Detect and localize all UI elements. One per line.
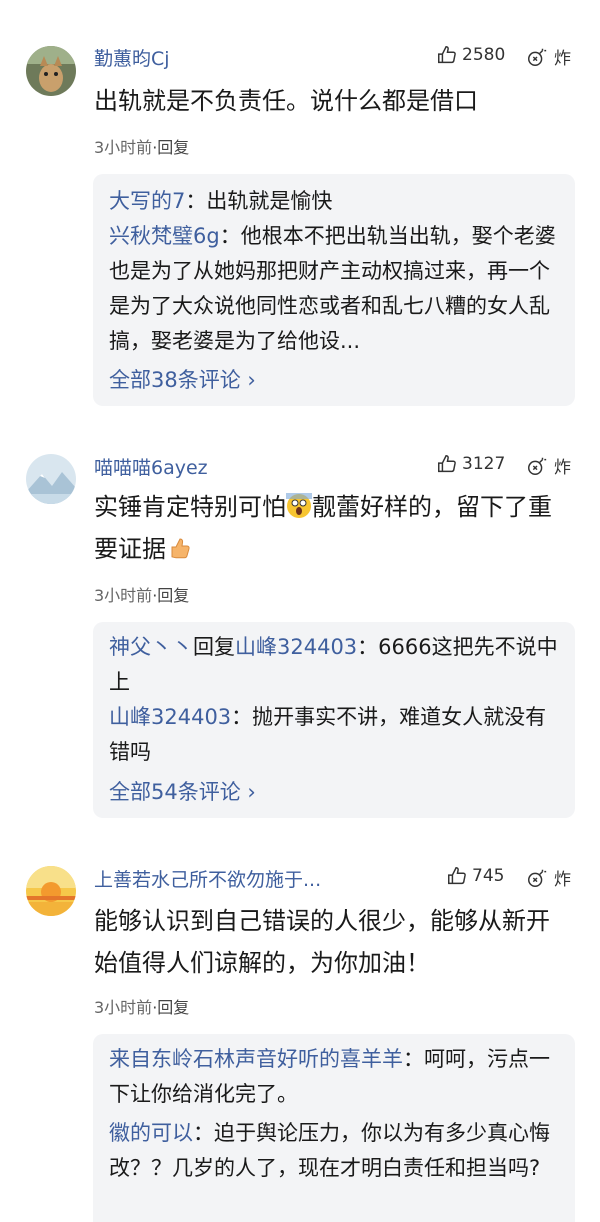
comment-text: 能够认识到自己错误的人很少，能够从新开始值得人们谅解的，为你加油！ [94,907,550,977]
timestamp: 3小时前 [94,586,153,605]
username[interactable]: 上善若水己所不欲勿施于... [94,865,321,892]
reply-box[interactable]: 大写的7：出轨就是愉快 兴秋梵璧6g：他根本不把出轨当出轨，娶个老婆也是为了从她… [93,174,575,406]
view-all-replies-link[interactable]: 全部54条评论 › [109,776,256,806]
boom-button[interactable]: 炸 [526,44,571,69]
view-all-replies-link[interactable]: 全部38条评论 › [109,364,256,394]
reply-target[interactable]: 山峰324403 [235,635,357,659]
bomb-icon [528,869,547,887]
like-button[interactable]: 745 [446,865,504,887]
reply-author[interactable]: 徽的可以 [109,1121,193,1145]
reply-author[interactable]: 来自东岭石林声音好听的喜羊羊 [109,1047,403,1071]
reply-link[interactable]: ·回复 [152,998,189,1017]
boom-button[interactable]: 炸 [526,453,571,478]
like-button[interactable]: 2580 [436,44,505,66]
like-button[interactable]: 3127 [436,453,505,475]
thumbs-up-emoji-icon [171,538,190,559]
comment-meta: 3小时前·回复 [94,994,189,1018]
reply-link[interactable]: ·回复 [152,138,189,157]
comment-text: 出轨就是不负责任。说什么都是借口 [94,87,478,115]
comment-meta: 3小时前·回复 [94,582,189,606]
thumbs-up-icon [438,46,456,64]
username[interactable]: 喵喵喵6ayez [94,453,208,480]
reply-author[interactable]: 山峰324403 [109,705,231,729]
reply-item: 神父丶丶回复山峰324403：6666这把先不说中上 [109,635,558,694]
bomb-icon [528,48,547,66]
reply-author[interactable]: 神父丶丶 [109,635,193,659]
like-count: 745 [472,866,505,886]
timestamp: 3小时前 [94,138,153,157]
reply-box[interactable]: 来自东岭石林声音好听的喜羊羊：呵呵，污点一下让你给消化完了。 徽的可以：迫于舆论… [93,1034,575,1222]
timestamp: 3小时前 [94,998,153,1017]
reply-item: 徽的可以：迫于舆论压力，你以为有多少真心悔改？？几岁的人了，现在才明白责任和担当… [109,1121,550,1180]
reply-item: 来自东岭石林声音好听的喜羊羊：呵呵，污点一下让你给消化完了。 [109,1047,550,1106]
username[interactable]: 勤蕙昀Cj [94,44,170,71]
reply-author[interactable]: 大写的7 [109,189,185,213]
reply-box[interactable]: 神父丶丶回复山峰324403：6666这把先不说中上 山峰324403：抛开事实… [93,622,575,818]
like-count: 2580 [462,45,506,65]
comment-text: 实锤肯定特别可怕 靓蕾好样的，留下了重要证据 [94,493,552,563]
bomb-icon [528,457,547,475]
boom-button[interactable]: 炸 [526,865,571,890]
reply-link[interactable]: ·回复 [152,586,189,605]
thumbs-up-icon [438,455,456,473]
comment-meta: 3小时前·回复 [94,134,189,158]
avatar[interactable] [26,46,76,96]
like-count: 3127 [462,454,506,474]
reply-item: 兴秋梵璧6g：他根本不把出轨当出轨，娶个老婆也是为了从她妈那把财产主动权搞过来，… [109,224,556,353]
reply-item: 山峰324403：抛开事实不讲，难道女人就没有错吗 [109,705,547,764]
avatar[interactable] [26,454,76,504]
avatar[interactable] [26,866,76,916]
thumbs-up-icon [448,867,466,885]
scream-emoji-icon [286,493,312,518]
reply-item: 大写的7：出轨就是愉快 [109,189,333,213]
reply-author[interactable]: 兴秋梵璧6g [109,224,220,248]
